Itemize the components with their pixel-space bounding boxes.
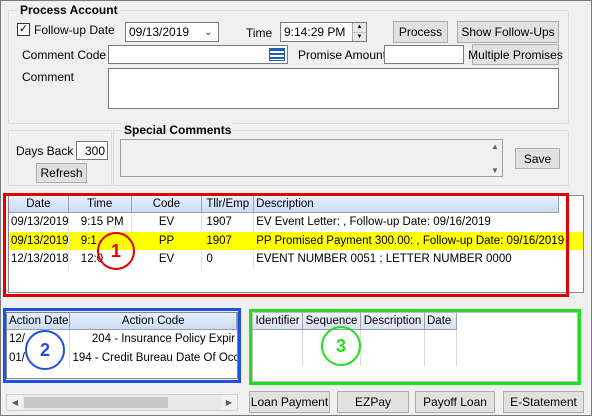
ezpay-button[interactable]: EZPay xyxy=(337,391,409,413)
scroll-arrow-icon[interactable]: ◀ xyxy=(7,395,23,410)
followup-label: Follow-up Date xyxy=(34,23,115,37)
days-back-label: Days Back xyxy=(16,144,74,158)
save-button[interactable]: Save xyxy=(515,148,560,169)
process-button[interactable]: Process xyxy=(393,21,448,43)
special-comments-title: Special Comments xyxy=(122,123,234,137)
spin-down-icon[interactable]: ▼ xyxy=(353,32,366,41)
followup-date-picker[interactable]: 09/13/2019 ⌄ xyxy=(125,22,219,42)
calendar-dropdown-icon[interactable]: ⌄ xyxy=(204,27,218,38)
scroll-arrow-icon[interactable]: ▲ xyxy=(488,140,502,152)
scroll-arrow-icon[interactable]: ▶ xyxy=(221,395,237,410)
show-followups-button[interactable]: Show Follow-Ups xyxy=(457,21,559,43)
payoff-loan-button[interactable]: Payoff Loan xyxy=(415,391,495,413)
multiple-promises-button[interactable]: Multiple Promises xyxy=(468,44,563,65)
annotation-marker-1: 1 xyxy=(97,232,135,270)
comment-code-label: Comment Code xyxy=(22,48,107,62)
checkmark-icon: ✓ xyxy=(18,23,29,35)
time-label: Time xyxy=(246,26,273,40)
promise-amount-label: Promise Amount xyxy=(298,48,387,62)
days-back-input[interactable]: 300 xyxy=(76,141,108,160)
annotation-marker-2: 2 xyxy=(25,330,65,370)
time-spinner[interactable]: ▲ ▼ xyxy=(352,23,366,41)
loan-payment-button[interactable]: Loan Payment xyxy=(249,391,330,413)
special-comments-scrollbar[interactable]: ▲ ▼ xyxy=(488,140,502,176)
promise-amount-input[interactable] xyxy=(384,45,464,64)
annotation-box-3 xyxy=(249,309,581,385)
time-field[interactable]: 9:14:29 PM ▲ ▼ xyxy=(280,22,367,42)
comment-code-input[interactable] xyxy=(108,45,288,64)
refresh-button[interactable]: Refresh xyxy=(36,163,87,183)
time-value: 9:14:29 PM xyxy=(284,25,346,39)
scroll-arrow-icon[interactable]: ▼ xyxy=(488,164,502,176)
annotation-box-1 xyxy=(3,193,569,297)
comment-input[interactable] xyxy=(108,68,559,109)
days-back-value: 300 xyxy=(84,143,105,158)
special-comments-input[interactable]: ▲ ▼ xyxy=(120,139,503,177)
spin-up-icon[interactable]: ▲ xyxy=(353,23,366,33)
comment-label: Comment xyxy=(22,70,75,84)
scrollbar-thumb[interactable] xyxy=(24,397,168,408)
process-account-title: Process Account xyxy=(18,3,120,17)
followup-date-value: 09/13/2019 xyxy=(129,25,190,39)
annotation-marker-3: 3 xyxy=(321,326,361,366)
list-lookup-icon[interactable] xyxy=(269,48,285,61)
followup-checkbox[interactable]: ✓ xyxy=(17,23,30,36)
estatement-button[interactable]: E-Statement xyxy=(503,391,584,413)
action-grid-scrollbar[interactable]: ◀ ▶ xyxy=(6,394,238,411)
